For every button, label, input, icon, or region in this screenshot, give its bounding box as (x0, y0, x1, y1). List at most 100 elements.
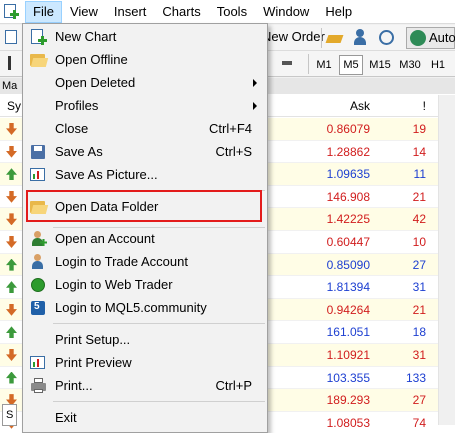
menu-help[interactable]: Help (317, 1, 360, 23)
menu-item-login-mql5[interactable]: 5 Login to MQL5.community (24, 297, 266, 319)
ask-price: 1.08053 (326, 415, 370, 430)
menu-item-print-preview[interactable]: Print Preview (24, 352, 266, 374)
timeframe-m30[interactable]: M30 (396, 55, 424, 75)
menu-item-profiles[interactable]: Profiles (24, 95, 266, 117)
new-chart-icon[interactable] (3, 29, 21, 47)
arrow-down-icon (6, 123, 17, 135)
menu-item-open-deleted[interactable]: Open Deleted (24, 72, 266, 94)
menu-item-label: Open Offline (55, 52, 128, 67)
menu-separator (53, 323, 265, 324)
ask-price: 103.355 (326, 370, 370, 385)
vps-icon[interactable] (378, 29, 396, 47)
spread-value: 27 (412, 393, 426, 408)
spread-value: 42 (412, 212, 426, 227)
shortcut-label: Ctrl+S (215, 144, 252, 159)
menu-item-print[interactable]: Print... Ctrl+P (24, 375, 266, 397)
menu-item-label: Save As Picture... (55, 167, 158, 182)
menu-item-print-setup[interactable]: Print Setup... (24, 329, 266, 351)
arrow-down-icon (6, 213, 17, 226)
menu-item-label: Close (55, 121, 89, 136)
menu-item-label: Profiles (55, 98, 99, 113)
spread-value: 74 (412, 415, 426, 430)
spread-value: 11 (413, 167, 426, 182)
menu-window[interactable]: Window (255, 1, 317, 23)
ask-price: 0.86079 (326, 122, 370, 136)
vertical-scrollbar[interactable] (438, 95, 455, 425)
spread-value: 31 (412, 280, 426, 295)
new-order-button[interactable]: New Order (262, 29, 325, 44)
menu-bar: File View Insert Charts Tools Window Hel… (0, 0, 455, 24)
menu-item-login-web[interactable]: Login to Web Trader (24, 274, 266, 296)
menu-item-label: Login to Web Trader (55, 277, 173, 292)
menu-charts[interactable]: Charts (154, 1, 208, 23)
menu-item-save-as-picture[interactable]: Save As Picture... (24, 164, 266, 186)
menu-item-label: Print Preview (55, 355, 132, 370)
menu-item-label: Open Deleted (55, 75, 136, 90)
menu-view[interactable]: View (62, 1, 106, 23)
menu-item-login-trade[interactable]: Login to Trade Account (24, 251, 266, 273)
spread-value: 133 (405, 370, 426, 385)
spread-value: 27 (412, 257, 426, 272)
shortcut-label: Ctrl+P (215, 378, 252, 393)
arrow-up-icon (6, 258, 17, 271)
menu-separator (53, 401, 265, 402)
highlight-box (26, 190, 262, 222)
ask-column-header[interactable]: Ask (300, 99, 370, 113)
add-account-icon (30, 231, 47, 247)
menu-item-exit[interactable]: Exit (24, 407, 266, 429)
menu-item-new-chart[interactable]: New Chart (24, 26, 266, 48)
objects-icon[interactable] (280, 55, 298, 73)
spread-value: 21 (412, 189, 426, 204)
symbol-column-header[interactable]: Sy (7, 99, 21, 113)
spread-value: 14 (412, 144, 426, 159)
menu-item-label: Save As (55, 144, 103, 159)
menu-item-label: Print... (55, 378, 93, 393)
menu-item-close[interactable]: Close Ctrl+F4 (24, 118, 266, 140)
ask-price: 0.94264 (326, 302, 370, 317)
menu-item-label: Login to Trade Account (55, 254, 188, 269)
spread-value: 19 (412, 122, 426, 136)
mql5-icon: 5 (30, 300, 47, 316)
menu-item-label: Exit (55, 410, 77, 425)
timeframe-m5[interactable]: M5 (339, 55, 363, 75)
file-menu-dropdown: New Chart Open Offline Open Deleted Prof… (22, 23, 268, 433)
arrow-up-icon (6, 371, 17, 384)
ask-price: 1.09635 (326, 167, 370, 182)
timeframe-m15[interactable]: M15 (366, 55, 394, 75)
spread-column-header[interactable]: ! (376, 99, 426, 113)
gold-bar-icon[interactable] (325, 29, 344, 47)
save-picture-icon (30, 167, 47, 183)
auto-trading-label: Auto (429, 30, 455, 45)
timeframe-h1[interactable]: H1 (427, 55, 449, 75)
menu-item-label: New Chart (55, 29, 117, 44)
menu-item-open-offline[interactable]: Open Offline (24, 49, 266, 71)
ask-price: 0.60447 (326, 234, 370, 249)
ask-price: 146.908 (326, 189, 370, 204)
shortcut-label: Ctrl+F4 (209, 121, 252, 136)
symbols-tab[interactable]: S (2, 404, 17, 426)
menu-tools[interactable]: Tools (209, 1, 255, 23)
arrow-down-icon (6, 348, 17, 361)
new-chart-icon[interactable] (2, 3, 20, 21)
print-preview-icon (30, 355, 47, 371)
menu-item-save-as[interactable]: Save As Ctrl+S (24, 141, 266, 163)
arrow-down-icon (6, 190, 17, 203)
ask-price: 189.293 (326, 393, 370, 408)
auto-trading-button[interactable]: Auto (406, 27, 455, 49)
menu-item-open-account[interactable]: Open an Account (24, 228, 266, 250)
ask-price: 161.051 (326, 325, 370, 340)
menu-insert[interactable]: Insert (106, 1, 155, 23)
globe-icon (30, 277, 47, 293)
auto-trading-icon (410, 30, 426, 46)
ask-price: 1.28862 (326, 144, 370, 159)
menu-file[interactable]: File (25, 0, 62, 23)
arrow-up-icon (6, 281, 17, 294)
timeframe-m1[interactable]: M1 (312, 55, 336, 75)
submenu-arrow-icon (253, 102, 257, 110)
spread-value: 18 (412, 325, 426, 340)
signals-icon[interactable] (352, 29, 370, 47)
arrow-down-icon (6, 235, 17, 248)
spread-value: 21 (412, 302, 426, 317)
cursor-icon[interactable] (3, 55, 21, 73)
login-account-icon (30, 254, 47, 270)
